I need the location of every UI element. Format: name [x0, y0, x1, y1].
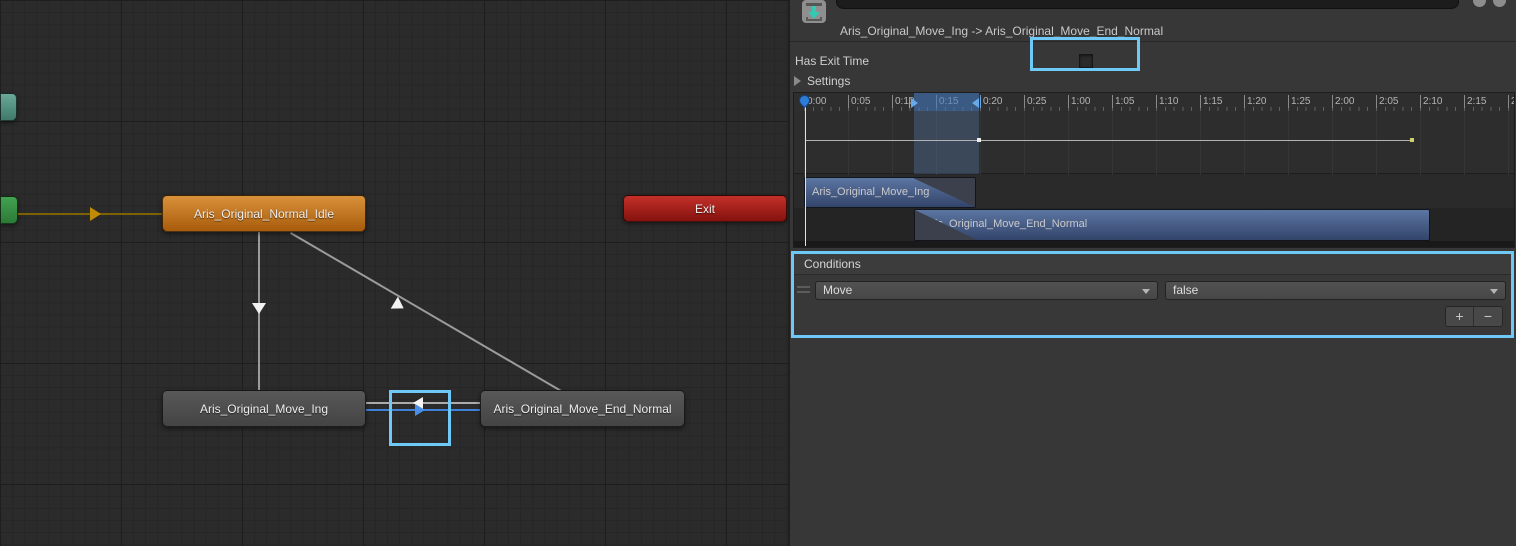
condition-value-dropdown[interactable]: false — [1165, 281, 1506, 300]
checkbox-highlight-box — [1030, 37, 1140, 71]
state-node-label: Aris_Original_Normal_Idle — [194, 207, 334, 221]
condition-parameter-value: Move — [823, 283, 852, 297]
state-node-move-end-normal[interactable]: Aris_Original_Move_End_Normal — [480, 390, 685, 427]
state-node-normal-idle[interactable]: Aris_Original_Normal_Idle — [162, 195, 366, 232]
add-condition-button[interactable]: + — [1446, 307, 1474, 326]
blend-curve — [805, 140, 1413, 141]
transition-icon-tray — [806, 17, 822, 21]
menu-icon[interactable] — [1493, 0, 1506, 7]
ruler-tick-label: 2:00 — [1332, 95, 1354, 108]
ruler-tick-label: 1:10 — [1156, 95, 1178, 108]
conditions-panel: Conditions Move false + − — [791, 251, 1514, 338]
timeline-bottom-strip — [794, 241, 1515, 248]
settings-foldout-label[interactable]: Settings — [807, 74, 850, 88]
state-machine-canvas[interactable]: Aris_Original_Normal_Idle Exit Aris_Orig… — [0, 0, 790, 546]
ruler-tick-label: 1:25 — [1288, 95, 1310, 108]
chevron-down-icon — [1142, 289, 1150, 294]
state-node-partial-green[interactable] — [0, 196, 18, 224]
separator — [790, 41, 1516, 42]
has-exit-time-label: Has Exit Time — [795, 54, 869, 68]
crossfade-wedge — [915, 210, 977, 240]
transition-zone-ruler-overlay[interactable] — [914, 93, 979, 111]
state-node-label: Aris_Original_Move_Ing — [200, 402, 328, 416]
clip-label: Aris_Original_Move_Ing — [812, 186, 929, 198]
inspector-panel: Aris_Original_Move_Ing -> Aris_Original_… — [790, 0, 1516, 546]
ruler-tick-label: 2:15 — [1464, 95, 1486, 108]
timeline-clip-move-end-normal[interactable]: Aris_Original_Move_End_Normal — [914, 209, 1430, 241]
ruler-tick-label: 0:25 — [1024, 95, 1046, 108]
ruler-tick-label: 2:05 — [1376, 95, 1398, 108]
ruler-tick-label: 1:00 — [1068, 95, 1090, 108]
timeline-clip-move-ing[interactable]: Aris_Original_Move_Ing — [804, 177, 976, 208]
ruler-tick-label: 2:20 — [1508, 95, 1515, 108]
conditions-header: Conditions — [794, 254, 1511, 275]
blend-curve-endpoint[interactable] — [1410, 138, 1414, 142]
state-node-label: Exit — [695, 202, 715, 216]
ruler-tick-label: 0:20 — [980, 95, 1002, 108]
timeline-ruler[interactable]: 0:000:050:100:150:200:251:001:051:101:15… — [794, 93, 1515, 111]
condition-value: false — [1173, 283, 1198, 297]
state-node-partial-teal[interactable] — [0, 93, 17, 121]
state-node-label: Aris_Original_Move_End_Normal — [493, 402, 671, 416]
transition-timeline[interactable]: Aris_Original_Move_Ing Aris_Original_Mov… — [793, 92, 1515, 248]
condition-drag-handle-icon[interactable] — [797, 286, 810, 293]
condition-parameter-dropdown[interactable]: Move — [815, 281, 1158, 300]
transition-idle-to-moveend[interactable] — [290, 232, 561, 392]
gear-icon[interactable] — [1473, 0, 1486, 7]
animator-window: Aris_Original_Normal_Idle Exit Aris_Orig… — [0, 0, 1516, 546]
transition-title: Aris_Original_Move_Ing -> Aris_Original_… — [840, 24, 1163, 38]
chevron-down-icon — [1490, 289, 1498, 294]
transition-highlight-box — [389, 390, 451, 446]
settings-foldout-icon[interactable] — [794, 76, 801, 86]
transition-idle-to-moveing-arrow-icon[interactable] — [252, 303, 266, 314]
ruler-tick-label: 1:15 — [1200, 95, 1222, 108]
header-slider-bar[interactable] — [836, 0, 1459, 9]
state-node-move-ing[interactable]: Aris_Original_Move_Ing — [162, 390, 366, 427]
remove-condition-button[interactable]: − — [1474, 307, 1502, 326]
conditions-list-buttons: + − — [1445, 306, 1503, 327]
state-node-exit[interactable]: Exit — [623, 195, 787, 222]
transition-zone-overlay[interactable] — [914, 111, 979, 174]
transition-entry-arrow-icon[interactable] — [90, 207, 101, 221]
ruler-tick-label: 1:05 — [1112, 95, 1134, 108]
ruler-tick-label: 0:05 — [848, 95, 870, 108]
transition-icon — [802, 0, 826, 23]
crossfade-wedge — [913, 178, 975, 207]
playhead-line — [805, 101, 806, 246]
blend-curve-keypoint[interactable] — [977, 138, 981, 142]
ruler-tick-label: 2:10 — [1420, 95, 1442, 108]
ruler-tick-label: 1:20 — [1244, 95, 1266, 108]
